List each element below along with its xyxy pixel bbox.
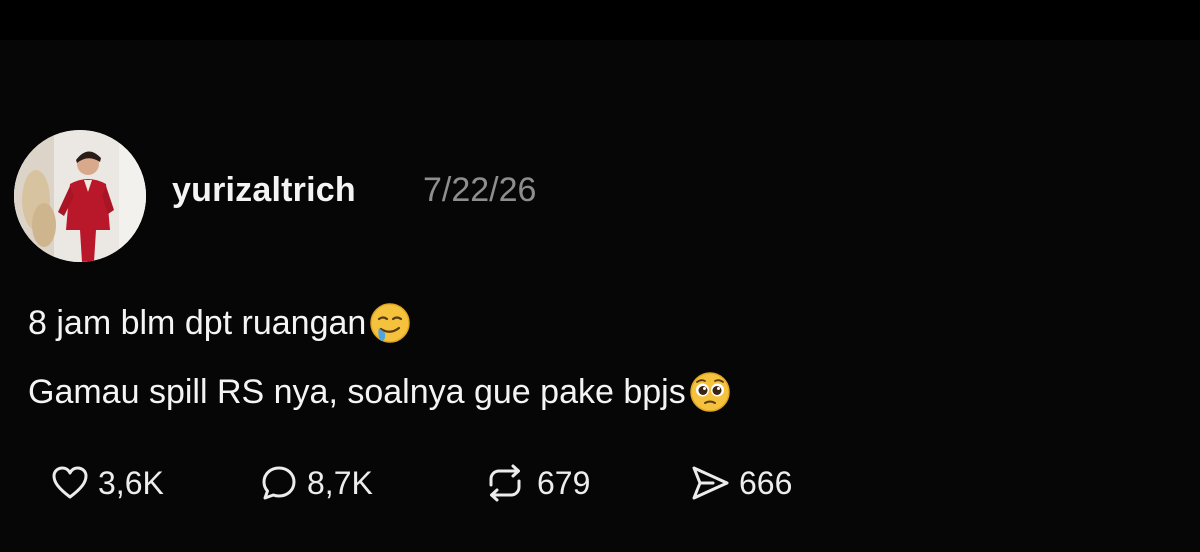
avatar[interactable] <box>14 130 146 262</box>
like-button[interactable]: 3,6K <box>50 463 259 503</box>
repost-icon <box>489 464 521 502</box>
repost-button[interactable]: 679 <box>481 463 689 503</box>
avatar-photo <box>14 130 146 262</box>
post-text-line-1: 8 jam blm dpt ruangan <box>28 301 412 345</box>
post-card: yurizaltrich 7/22/26 8 jam blm dpt ruang… <box>0 40 1200 552</box>
action-bar: 3,6K 8,7K 679 666 <box>50 458 792 508</box>
post-text: Gamau spill RS nya, soalnya gue pake bpj… <box>28 373 686 411</box>
heart-icon <box>52 466 88 499</box>
pleading-face-emoji <box>688 370 732 414</box>
comment-bubble-icon <box>262 466 296 500</box>
reply-count: 8,7K <box>307 465 373 501</box>
top-bar <box>0 0 1200 40</box>
timestamp: 7/22/26 <box>423 171 537 209</box>
username[interactable]: yurizaltrich <box>172 170 356 210</box>
send-icon <box>692 466 729 500</box>
reply-button[interactable]: 8,7K <box>259 463 481 503</box>
share-button[interactable]: 666 <box>689 463 792 503</box>
post-text-line-2: Gamau spill RS nya, soalnya gue pake bpj… <box>28 370 732 414</box>
drooling-face-emoji <box>368 301 412 345</box>
screen: yurizaltrich 7/22/26 8 jam blm dpt ruang… <box>0 0 1200 552</box>
like-count: 3,6K <box>98 465 164 501</box>
share-count: 666 <box>739 465 793 501</box>
repost-count: 679 <box>537 465 591 501</box>
post-text: 8 jam blm dpt ruangan <box>28 304 367 342</box>
